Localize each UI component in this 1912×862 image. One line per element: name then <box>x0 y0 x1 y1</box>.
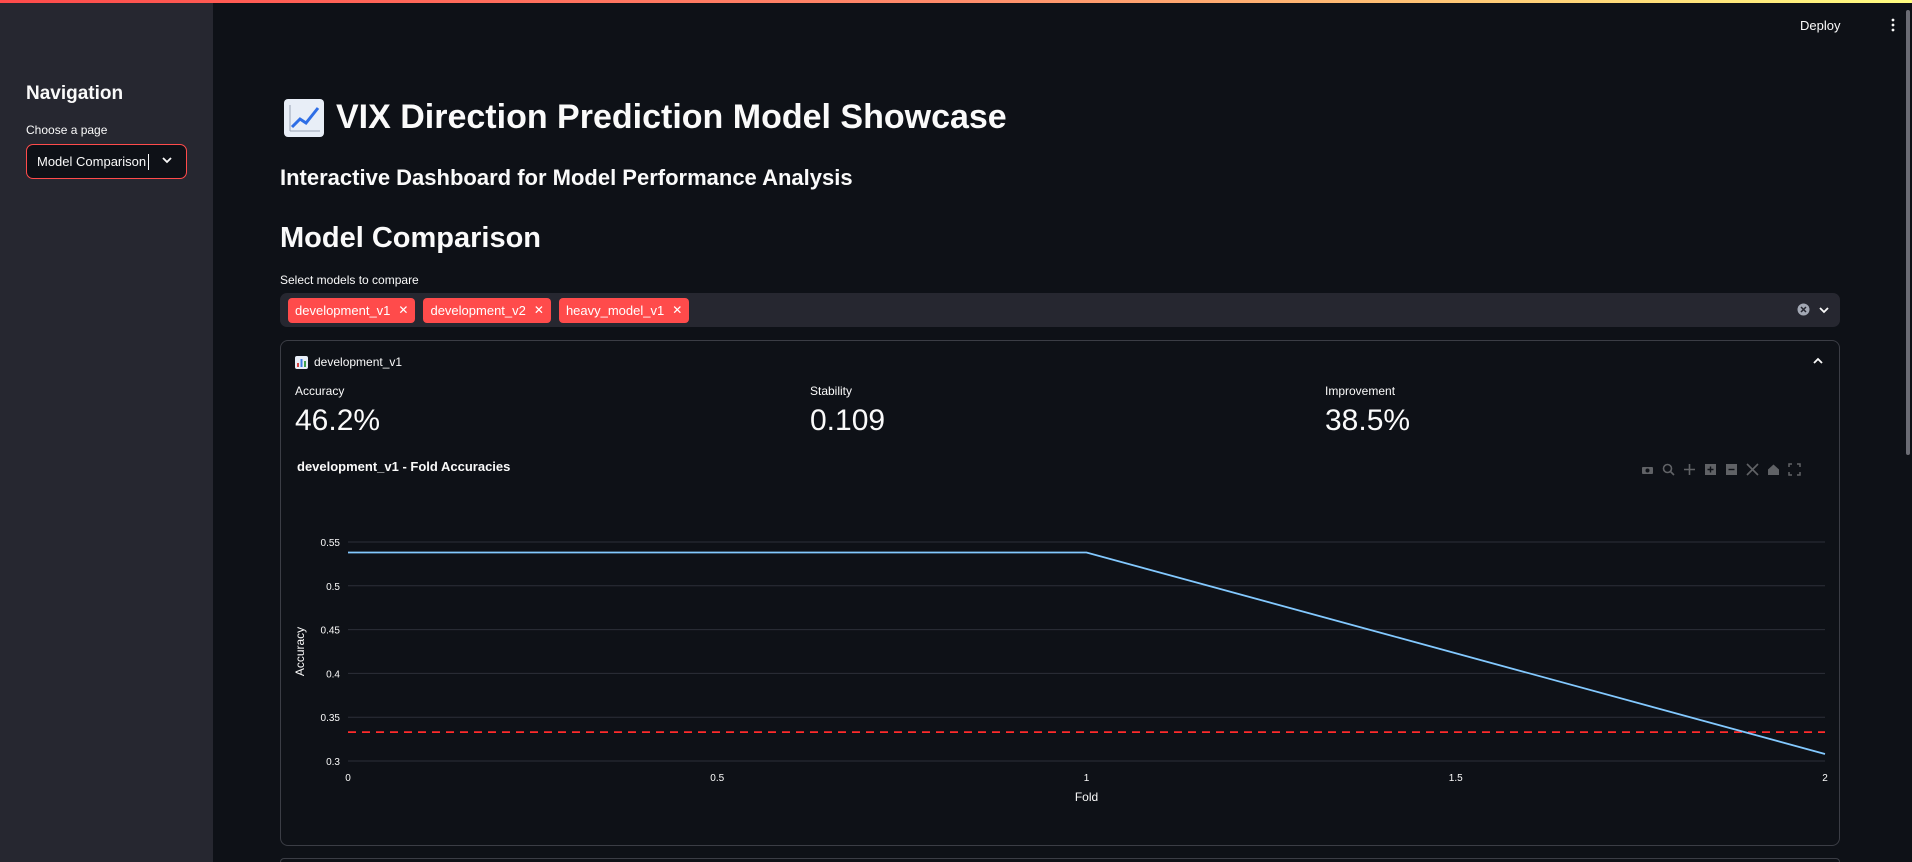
bar-chart-icon <box>295 355 308 369</box>
x-tick-label: 1 <box>1084 773 1090 784</box>
y-tick-label: 0.3 <box>326 757 340 768</box>
y-tick-label: 0.55 <box>321 538 341 549</box>
page-select-value: Model Comparison <box>37 154 147 169</box>
metric-label: Improvement <box>1325 384 1396 398</box>
metric-stability: Stability 0.109 <box>810 384 885 438</box>
x-axis-label: Fold <box>1075 790 1098 804</box>
expander-title: development_v1 <box>314 355 403 369</box>
page-title: VIX Direction Prediction Model Showcase <box>284 98 1007 137</box>
model-expander: development_v1 Accuracy 46.2% Stability … <box>280 340 1840 846</box>
x-tick-label: 1.5 <box>1449 773 1463 784</box>
metric-value: 0.109 <box>810 404 886 437</box>
model-tag[interactable]: heavy_model_v1 ✕ <box>558 297 690 323</box>
page-select-label: Choose a page <box>26 123 108 137</box>
scrollbar[interactable] <box>1906 10 1910 455</box>
model-tag-label: development_v1 <box>295 302 391 318</box>
chevron-down-icon[interactable] <box>160 153 174 170</box>
sidebar: Navigation Choose a page Model Compariso… <box>0 3 213 862</box>
chevron-down-icon[interactable] <box>1817 303 1831 322</box>
series-line <box>348 551 1826 755</box>
model-tag-label: heavy_model_v1 <box>565 302 665 318</box>
model-tag[interactable]: development_v2 ✕ <box>423 297 551 323</box>
model-multiselect[interactable]: development_v1 ✕ development_v2 ✕ heavy_… <box>280 293 1840 327</box>
section-title: Model Comparison <box>280 222 542 254</box>
next-expander-edge <box>280 858 1840 862</box>
page-select[interactable]: Model Comparison <box>26 144 187 179</box>
fold-accuracy-chart[interactable]: development_v1 - Fold Accuracies 0.3 0.35 0… <box>281 441 1839 841</box>
y-tick-label: 0.45 <box>321 626 341 637</box>
expander-header[interactable]: development_v1 <box>295 355 402 369</box>
x-tick-label: 2 <box>1822 773 1828 784</box>
metric-label: Stability <box>810 384 853 398</box>
metric-value: 46.2% <box>295 404 381 437</box>
sidebar-title: Navigation <box>26 83 124 104</box>
chart-title: development_v1 - Fold Accuracies <box>297 459 510 474</box>
main-menu-icon[interactable] <box>1890 18 1896 37</box>
deploy-button[interactable]: Deploy <box>1800 18 1840 33</box>
clear-selection-icon[interactable] <box>1797 303 1810 321</box>
model-select-label: Select models to compare <box>280 273 419 287</box>
remove-tag-icon[interactable]: ✕ <box>398 303 408 317</box>
model-tag-label: development_v2 <box>430 302 526 318</box>
text-cursor <box>148 153 150 170</box>
x-tick-label: 0 <box>345 773 351 784</box>
chart-increasing-icon <box>284 98 324 137</box>
x-tick-label: 0.5 <box>710 773 724 784</box>
model-tag[interactable]: development_v1 ✕ <box>288 297 416 323</box>
metric-value: 38.5% <box>1325 404 1411 437</box>
chart-svg[interactable]: development_v1 - Fold Accuracies 0.3 0.35 0… <box>281 441 1839 841</box>
y-tick-label: 0.5 <box>326 582 340 593</box>
remove-tag-icon[interactable]: ✕ <box>534 303 544 317</box>
y-tick-label: 0.4 <box>326 669 340 680</box>
page-subtitle: Interactive Dashboard for Model Performa… <box>280 165 853 190</box>
metric-label: Accuracy <box>295 384 345 398</box>
metric-improvement: Improvement 38.5% <box>1325 384 1410 438</box>
top-decoration-bar <box>0 0 1912 3</box>
y-axis-label: Accuracy <box>293 627 307 676</box>
metric-accuracy: Accuracy 46.2% <box>295 384 380 438</box>
remove-tag-icon[interactable]: ✕ <box>672 303 682 317</box>
chevron-up-icon[interactable] <box>1811 354 1825 373</box>
y-tick-label: 0.35 <box>321 713 341 724</box>
page-title-text: VIX Direction Prediction Model Showcase <box>336 98 1007 136</box>
